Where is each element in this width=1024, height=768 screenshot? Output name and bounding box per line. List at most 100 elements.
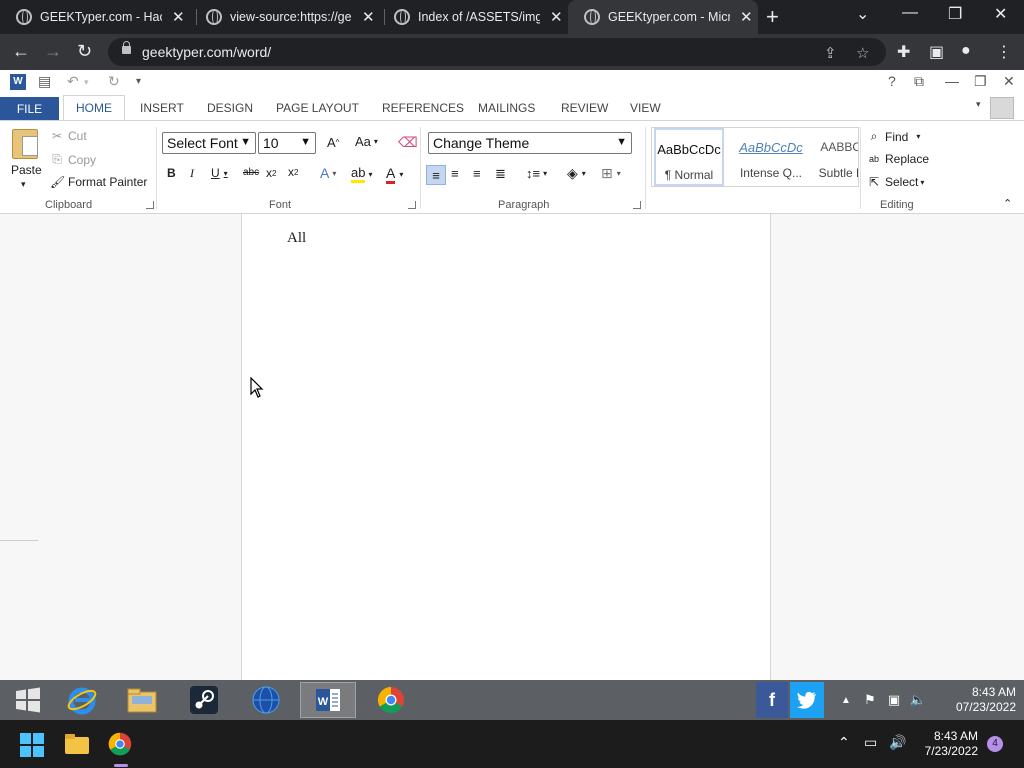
reload-icon[interactable]: ↻ — [77, 41, 92, 62]
style-intense-quote[interactable]: AaBbCcDc Intense Q... — [736, 128, 806, 186]
text-effects-icon[interactable]: A ▾ — [320, 165, 336, 181]
tab-references[interactable]: REFERENCES — [382, 101, 464, 115]
font-color-icon[interactable]: A ▾ — [386, 165, 403, 184]
tab-mailings[interactable]: MAILINGS — [478, 101, 535, 115]
browser-tab[interactable]: Index of /ASSETS/img ✕ — [378, 0, 574, 34]
replace-button[interactable]: ab Replace — [867, 152, 929, 166]
tab-home[interactable]: HOME — [63, 95, 125, 121]
forward-icon[interactable]: → — [44, 41, 62, 62]
account-dropdown-icon[interactable]: ▾ — [976, 99, 981, 110]
select-button[interactable]: ⇱ Select ▾ — [867, 175, 924, 189]
italic-icon[interactable]: I — [190, 166, 194, 181]
steam-icon[interactable] — [176, 682, 232, 718]
superscript-icon[interactable]: x2 — [288, 165, 298, 179]
borders-icon[interactable]: ⊞ ▾ — [601, 165, 621, 182]
close-tab-icon[interactable]: ✕ — [362, 8, 375, 26]
format-painter-button[interactable]: 🖌 Format Painter — [50, 175, 147, 189]
action-center-flag-icon[interactable]: ⚑ — [858, 682, 882, 718]
subscript-icon[interactable]: x2 — [266, 166, 276, 180]
clipboard-launcher-icon[interactable] — [146, 201, 154, 209]
bookmark-star-icon[interactable]: ☆ — [856, 44, 869, 62]
facebook-icon[interactable]: f — [756, 682, 788, 718]
help-icon[interactable]: ? — [888, 73, 896, 89]
document-text[interactable]: All — [287, 230, 306, 247]
tab-review[interactable]: REVIEW — [561, 101, 608, 115]
undo-dropdown-icon[interactable]: ▾ — [84, 77, 89, 88]
style-subtle-reference[interactable]: AABBCC Subtle Re — [810, 128, 858, 186]
side-panel-icon[interactable]: ▣ — [929, 42, 944, 62]
browser-tab[interactable]: view-source:https://ge ✕ — [190, 0, 386, 34]
word-close-icon[interactable]: ✕ — [1003, 73, 1015, 90]
paste-icon[interactable] — [12, 129, 38, 159]
grow-font-icon[interactable]: A ^ — [327, 135, 339, 150]
save-icon[interactable]: ▤ — [38, 73, 51, 90]
share-icon[interactable]: ⇪ — [824, 44, 837, 62]
theme-select[interactable]: Change Theme ▼ — [428, 132, 632, 154]
simulated-clock[interactable]: 8:43 AM 07/23/2022 — [956, 685, 1016, 715]
chrome-icon[interactable] — [107, 731, 133, 760]
system-clock[interactable]: 8:43 AM 7/23/2022 — [925, 729, 978, 759]
strikethrough-icon[interactable]: abc — [243, 167, 259, 178]
volume-icon[interactable]: 🔊 — [889, 734, 906, 751]
file-explorer-icon[interactable] — [64, 733, 90, 758]
ribbon-display-icon[interactable]: ⧉ — [914, 73, 924, 90]
twitter-icon[interactable] — [790, 682, 824, 718]
font-size-select[interactable]: 10 ▼ — [258, 132, 316, 154]
tray-expand-icon[interactable]: ▲ — [836, 682, 856, 718]
style-normal[interactable]: AaBbCcDc ¶ Normal — [654, 128, 724, 186]
paste-dropdown-icon[interactable]: ▾ — [21, 179, 26, 190]
internet-explorer-icon[interactable] — [54, 682, 110, 718]
tab-view[interactable]: VIEW — [630, 101, 661, 115]
network-icon[interactable]: ▣ — [882, 682, 906, 718]
collapse-ribbon-icon[interactable]: ⌃ — [1003, 197, 1012, 210]
minimize-window-button[interactable]: — — [902, 4, 918, 22]
undo-icon[interactable]: ↶ — [67, 73, 79, 90]
file-explorer-icon[interactable] — [114, 682, 170, 718]
bold-icon[interactable]: B — [167, 166, 176, 180]
browser-tab-active[interactable]: GEEKtyper.com - Micro ✕ — [568, 0, 758, 34]
close-tab-icon[interactable]: ✕ — [740, 8, 753, 26]
underline-icon[interactable]: U ▾ — [211, 166, 228, 180]
customize-toolbar-icon[interactable]: ▾ — [136, 76, 141, 87]
close-tab-icon[interactable]: ✕ — [550, 8, 563, 26]
clear-formatting-icon[interactable]: ⌫ — [398, 134, 418, 151]
restore-window-button[interactable]: ❐ — [948, 4, 962, 24]
tab-file[interactable]: FILE — [0, 97, 59, 121]
tab-page-layout[interactable]: PAGE LAYOUT — [276, 101, 359, 115]
windows-start-icon[interactable] — [20, 733, 44, 760]
copy-button[interactable]: ⎘ Copy — [50, 152, 96, 167]
justify-icon[interactable]: ≣ — [495, 166, 506, 182]
avatar[interactable] — [990, 97, 1014, 119]
align-right-icon[interactable]: ≡ — [473, 166, 481, 181]
redo-icon[interactable]: ↻ — [108, 73, 120, 90]
word-minimize-icon[interactable]: — — [945, 73, 959, 89]
shading-icon[interactable]: ◈ ▾ — [567, 165, 586, 182]
close-window-button[interactable]: ✕ — [994, 4, 1007, 24]
back-icon[interactable]: ← — [12, 41, 30, 62]
paste-button[interactable]: Paste — [11, 163, 42, 177]
new-tab-button[interactable]: + — [766, 4, 779, 30]
tab-search-icon[interactable]: ⌄ — [856, 4, 869, 24]
volume-icon[interactable]: 🔈 — [906, 682, 930, 718]
font-select[interactable]: Select Font ▼ — [162, 132, 256, 154]
chrome-icon[interactable] — [363, 682, 419, 718]
align-left-icon[interactable]: ≡ — [426, 165, 446, 185]
tray-expand-icon[interactable]: ⌃ — [838, 734, 850, 751]
display-icon[interactable]: ▭ — [864, 734, 877, 751]
word-restore-icon[interactable]: ❐ — [974, 73, 987, 90]
notification-badge[interactable]: 4 — [987, 736, 1003, 752]
highlight-icon[interactable]: ab ▾ — [351, 165, 372, 183]
font-launcher-icon[interactable] — [408, 201, 416, 209]
find-button[interactable]: ⌕ Find ▾ — [867, 129, 921, 144]
url-text[interactable]: geektyper.com/word/ — [142, 44, 271, 60]
extensions-puzzle-icon[interactable]: ✚ — [897, 42, 910, 62]
word-taskbar-icon[interactable]: W — [300, 682, 356, 718]
cut-button[interactable]: ✂ Cut — [50, 129, 87, 143]
windows-start-icon[interactable] — [0, 682, 56, 718]
line-spacing-icon[interactable]: ↕≡ ▾ — [526, 166, 547, 181]
close-tab-icon[interactable]: ✕ — [172, 8, 185, 26]
browser-tab[interactable]: GEEKTyper.com - Hack ✕ — [0, 0, 196, 34]
globe-browser-icon[interactable] — [238, 682, 294, 718]
document-page[interactable]: All — [241, 214, 771, 680]
tab-insert[interactable]: INSERT — [140, 101, 184, 115]
